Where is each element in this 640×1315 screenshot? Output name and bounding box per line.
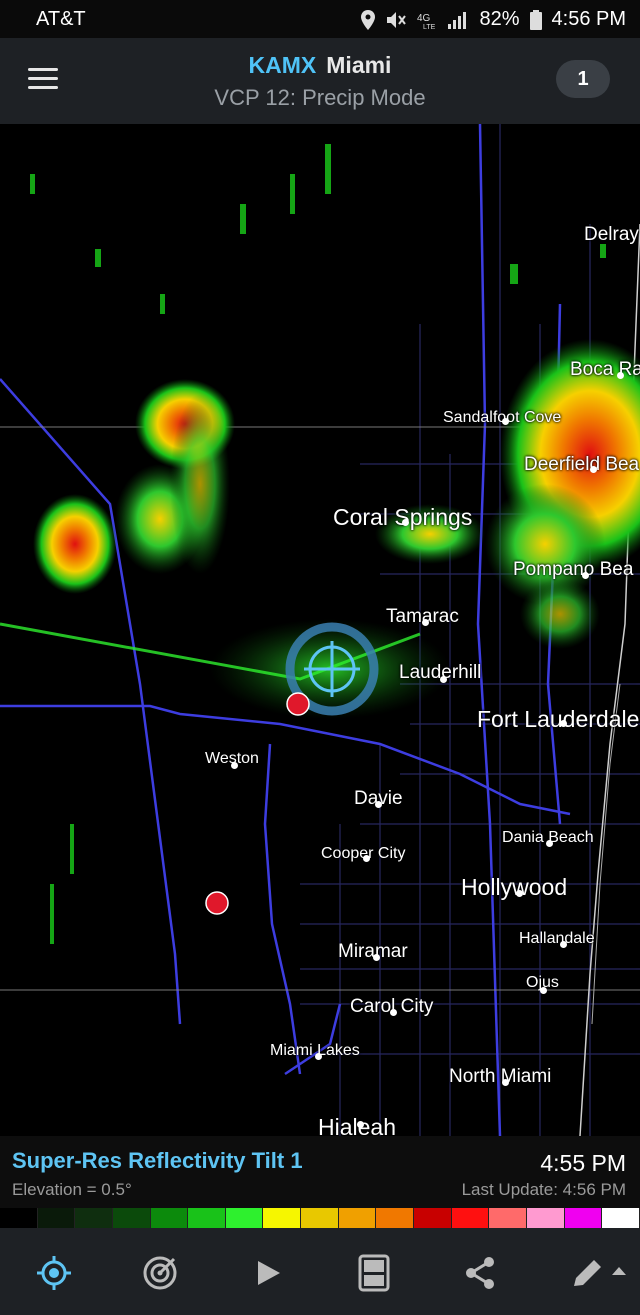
city-label: Hollywood (461, 874, 568, 900)
color-scale-swatch (150, 1208, 189, 1228)
city-dot (402, 519, 409, 526)
last-update: Last Update: 4:56 PM (461, 1180, 626, 1199)
city-dot (502, 418, 509, 425)
city-dot (560, 720, 567, 727)
product-time: 4:55 PM (540, 1150, 626, 1176)
pencil-icon[interactable] (568, 1253, 634, 1293)
location-target-icon[interactable] (34, 1253, 74, 1293)
color-scale-swatch (451, 1208, 490, 1228)
radar-map[interactable]: Delray Boca Ra Sandalfoot Cove Deerfield Be… (0, 124, 640, 1136)
station-code: KAMX (248, 52, 317, 78)
color-scale-swatch (564, 1208, 603, 1228)
color-scale-swatch (526, 1208, 565, 1228)
color-scale-swatch (263, 1208, 302, 1228)
svg-text:LTE: LTE (423, 24, 436, 30)
battery-icon (529, 9, 542, 30)
color-scale-swatch (75, 1208, 113, 1228)
app-header: KAMX Miami VCP 12: Precip Mode 1 (0, 38, 640, 124)
color-scale-swatch (0, 1208, 38, 1228)
city-dot (422, 619, 429, 626)
city-label: Deerfield Bea (524, 454, 640, 475)
bottom-toolbar (0, 1228, 640, 1315)
city-label: North Miami (449, 1066, 552, 1087)
play-icon[interactable] (248, 1253, 288, 1293)
city-dot (390, 1009, 397, 1016)
carrier-label: AT&T (36, 8, 86, 30)
city-dot (363, 855, 370, 862)
city-dot (546, 840, 553, 847)
color-scale-swatch (338, 1208, 377, 1228)
battery-percent: 82% (479, 8, 520, 30)
city-dot (540, 987, 547, 994)
city-label: Hallandale (519, 930, 595, 947)
lte-icon: 4GLTE (417, 13, 436, 30)
color-scale-swatch (225, 1208, 264, 1228)
color-scale-swatch (414, 1208, 452, 1228)
city-dot (357, 1121, 364, 1128)
svg-text:4G: 4G (417, 13, 431, 24)
layers-icon[interactable] (354, 1253, 394, 1293)
mute-icon (387, 11, 407, 28)
city-dot (590, 466, 597, 473)
city-label: Fort Lauderdale (477, 706, 640, 732)
color-scale-swatch (602, 1208, 640, 1228)
city-dot (373, 954, 380, 961)
city-dot (315, 1053, 322, 1060)
city-dot (375, 801, 382, 808)
signal-icon (448, 11, 467, 29)
city-label: Pompano Bea (513, 559, 634, 580)
city-dot (582, 572, 589, 579)
color-scale-swatch (376, 1208, 415, 1228)
share-icon[interactable] (460, 1253, 500, 1293)
color-scale-swatch (489, 1208, 527, 1228)
color-scale-swatch (112, 1208, 151, 1228)
city-label: Coral Springs (333, 504, 473, 530)
status-bar: AT&T 4G LTE 82% 4:56 PM (0, 0, 640, 38)
alert-count-badge[interactable]: 1 (556, 60, 610, 98)
city-dot (440, 676, 447, 683)
city-dot (560, 941, 567, 948)
station-title[interactable]: KAMX Miami (0, 52, 640, 79)
city-dot (617, 372, 624, 379)
color-scale-swatch (188, 1208, 226, 1228)
clock: 4:56 PM (551, 8, 626, 30)
station-city: Miami (326, 52, 392, 78)
product-info-bar[interactable]: Super-Res Reflectivity Tilt 1 Elevation … (0, 1136, 640, 1208)
elevation-label: Elevation = 0.5° (12, 1180, 132, 1199)
city-dot (502, 1079, 509, 1086)
vcp-mode: VCP 12: Precip Mode (214, 85, 426, 110)
product-name[interactable]: Super-Res Reflectivity Tilt 1 (12, 1148, 303, 1174)
color-scale-swatch (37, 1208, 76, 1228)
city-dot (231, 762, 238, 769)
radar-icon[interactable] (140, 1253, 180, 1293)
reflectivity-color-scale (0, 1208, 640, 1228)
city-label: Boca Ra (570, 359, 640, 380)
color-scale-swatch (301, 1208, 339, 1228)
location-icon (361, 9, 376, 30)
city-label: Delray (584, 224, 639, 245)
city-dot (516, 890, 523, 897)
